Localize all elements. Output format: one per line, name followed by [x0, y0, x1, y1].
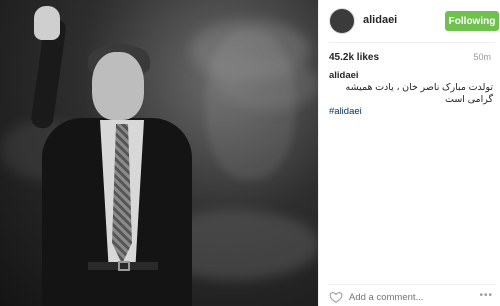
caption: alidaei تولدت مبارک ناصر خان ، یادت همیش…	[329, 70, 493, 118]
comment-bar: •••	[329, 290, 495, 304]
background-face	[205, 30, 295, 180]
more-options-icon[interactable]: •••	[479, 290, 493, 301]
avatar[interactable]	[329, 8, 355, 34]
post-photo[interactable]	[0, 0, 318, 306]
divider	[329, 284, 495, 285]
head	[92, 52, 144, 120]
waving-hand	[34, 6, 60, 40]
caption-text: تولدت مبارک ناصر خان ، یادت همیشه گرامی …	[345, 82, 493, 105]
hashtag-link[interactable]: #alidaei	[329, 106, 493, 118]
heart-icon[interactable]	[329, 290, 343, 304]
username-link[interactable]: alidaei	[363, 14, 397, 26]
caption-username[interactable]: alidaei	[329, 70, 493, 82]
post-sidebar: alidaei Following 45.2k likes 50m alidae…	[318, 0, 500, 306]
post-header: alidaei Following	[329, 8, 499, 34]
divider	[329, 42, 495, 43]
belt-buckle	[118, 261, 130, 271]
following-button[interactable]: Following	[445, 11, 499, 31]
likes-count[interactable]: 45.2k likes	[329, 52, 379, 63]
instagram-post: alidaei Following 45.2k likes 50m alidae…	[0, 0, 500, 306]
comment-input[interactable]	[349, 290, 479, 304]
time-ago[interactable]: 50m	[473, 52, 491, 62]
